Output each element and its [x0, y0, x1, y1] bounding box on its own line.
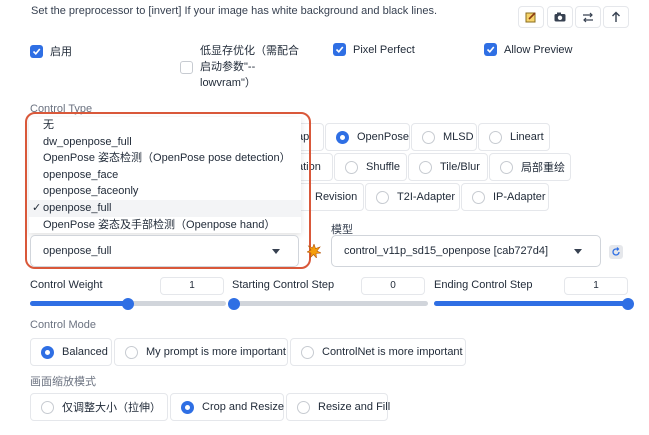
enable-option[interactable]: 启用 — [30, 43, 72, 59]
control-mode-option-label: My prompt is more important — [146, 346, 286, 358]
control-type-option-label: 局部重绘 — [521, 162, 565, 174]
control-type-option-label: Revision — [315, 191, 358, 203]
control-type-shuffle[interactable]: Shuffle — [334, 153, 407, 181]
control-type-ip-adapter[interactable]: IP-Adapter — [461, 183, 549, 211]
radio[interactable] — [125, 345, 138, 359]
enable-label: 启用 — [50, 46, 72, 58]
radio[interactable] — [422, 130, 435, 144]
radio[interactable] — [297, 400, 310, 414]
control-type-option-label: OpenPose — [357, 131, 409, 143]
control-weight-label: Control Weight — [30, 279, 103, 291]
chevron-down-icon — [574, 249, 582, 254]
resize-mode-option-label: Crop and Resize — [202, 401, 284, 413]
low-vram-line-3: lowvram"） — [200, 77, 256, 89]
slider-fill — [434, 301, 628, 306]
swap-icon[interactable] — [575, 6, 601, 28]
radio[interactable] — [472, 190, 485, 204]
low-vram-checkbox[interactable] — [180, 60, 193, 74]
control-mode-controlnet[interactable]: ControlNet is more important — [290, 338, 466, 366]
pixel-perfect-label: Pixel Perfect — [353, 43, 415, 56]
control-type-option-label: Lineart — [510, 131, 544, 143]
preprocessor-hint: Set the preprocessor to [invert] If your… — [31, 5, 437, 17]
control-mode-option-label: Balanced — [62, 346, 108, 358]
starting-step-label: Starting Control Step — [232, 279, 335, 291]
radio[interactable] — [376, 190, 389, 204]
pencil-icon[interactable] — [518, 6, 544, 28]
ending-step-label: Ending Control Step — [434, 279, 533, 291]
low-vram-label: 低显存优化（需配合 启动参数"-- lowvram"） — [180, 43, 299, 91]
allow-preview-checkbox[interactable] — [484, 43, 497, 56]
pixel-perfect-option[interactable]: Pixel Perfect — [333, 43, 415, 56]
low-vram-line-2: 启动参数"-- — [200, 61, 256, 73]
control-type-mlsd[interactable]: MLSD — [411, 123, 477, 151]
resize-mode-just-resize[interactable]: 仅调整大小（拉伸） — [30, 393, 168, 421]
run-preprocessor-icon[interactable] — [306, 243, 323, 261]
control-mode-option-label: ControlNet is more important — [322, 346, 463, 358]
control-type-option-label: IP-Adapter — [493, 191, 546, 203]
allow-preview-option[interactable]: Allow Preview — [484, 43, 572, 56]
radio[interactable] — [301, 345, 314, 359]
resize-mode-option-label: 仅调整大小（拉伸） — [62, 402, 161, 414]
control-type-inpaint[interactable]: 局部重绘 — [489, 153, 571, 181]
slider-thumb[interactable] — [228, 298, 240, 310]
model-select[interactable]: control_v11p_sd15_openpose [cab727d4] — [331, 235, 601, 267]
resize-mode-option-label: Resize and Fill — [318, 401, 391, 413]
control-weight-input[interactable]: 1 — [160, 277, 224, 295]
highlight-annotation — [25, 112, 311, 269]
control-mode-label: Control Mode — [30, 319, 97, 331]
starting-step-slider[interactable] — [234, 301, 428, 306]
radio-selected[interactable] — [41, 345, 54, 359]
ending-step-slider[interactable] — [434, 301, 628, 306]
radio[interactable] — [489, 130, 502, 144]
control-type-tile-blur[interactable]: Tile/Blur — [408, 153, 488, 181]
model-selected-value: control_v11p_sd15_openpose [cab727d4] — [344, 245, 549, 257]
control-mode-balanced[interactable]: Balanced — [30, 338, 112, 366]
ending-step-input[interactable]: 1 — [564, 277, 628, 295]
control-type-t2i-adapter[interactable]: T2I-Adapter — [365, 183, 460, 211]
radio[interactable] — [419, 160, 432, 174]
radio[interactable] — [345, 160, 358, 174]
resize-mode-label: 画面缩放模式 — [30, 376, 96, 388]
control-type-lineart[interactable]: Lineart — [478, 123, 550, 151]
slider-fill — [30, 301, 128, 306]
enable-checkbox[interactable] — [30, 44, 43, 58]
camera-icon[interactable] — [547, 6, 573, 28]
resize-mode-resize-and-fill[interactable]: Resize and Fill — [286, 393, 391, 421]
radio-selected[interactable] — [181, 400, 194, 414]
starting-step-input[interactable]: 0 — [361, 277, 425, 295]
control-mode-prompt[interactable]: My prompt is more important — [114, 338, 288, 366]
upload-arrow-icon[interactable] — [603, 6, 629, 28]
control-type-option-label: Tile/Blur — [440, 161, 480, 173]
slider-thumb[interactable] — [122, 298, 134, 310]
low-vram-line-1: 低显存优化（需配合 — [200, 45, 299, 57]
control-type-option-label: MLSD — [443, 131, 474, 143]
resize-mode-crop-and-resize[interactable]: Crop and Resize — [170, 393, 284, 421]
pixel-perfect-checkbox[interactable] — [333, 43, 346, 56]
control-type-openpose[interactable]: OpenPose — [325, 123, 410, 151]
radio[interactable] — [500, 160, 513, 174]
allow-preview-label: Allow Preview — [504, 43, 573, 56]
radio-selected[interactable] — [336, 130, 349, 144]
slider-thumb[interactable] — [622, 298, 634, 310]
radio[interactable] — [41, 400, 54, 414]
refresh-icon[interactable] — [609, 245, 623, 259]
control-type-option-label: Shuffle — [366, 161, 401, 173]
control-type-option-label: T2I-Adapter — [397, 191, 456, 203]
